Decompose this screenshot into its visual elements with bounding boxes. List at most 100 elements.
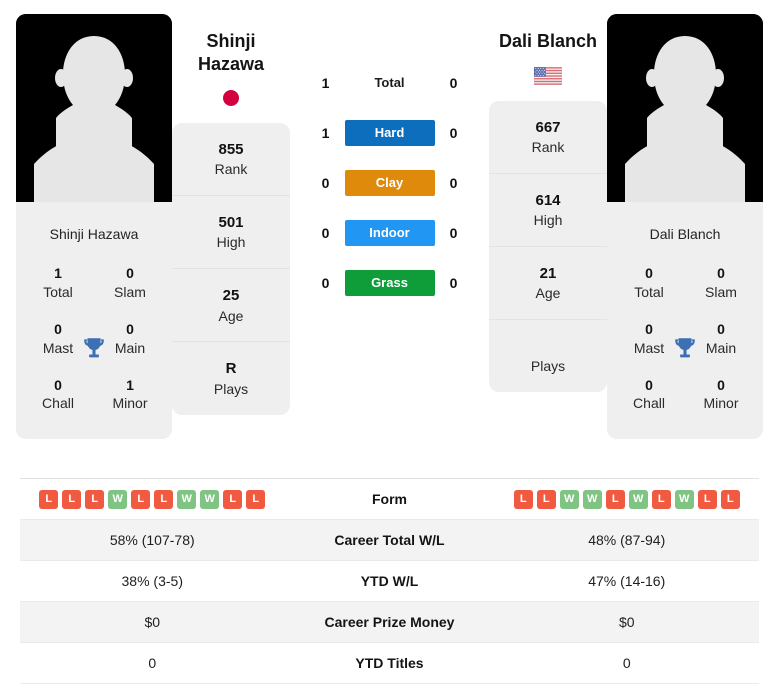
row-label: YTD Titles (355, 655, 424, 671)
left-player-titles-grid: 1 Total 0 Slam 0 Mast 0 Main 0 Chall 1 M… (16, 256, 172, 439)
person-silhouette-icon (16, 14, 172, 212)
h2h-row-clay: 0 Clay 0 (290, 170, 489, 196)
title-label: Minor (703, 395, 739, 412)
form-badge-win: W (108, 489, 128, 509)
form-badge-loss: L (513, 489, 533, 509)
left-player-avatar-card: Shinji Hazawa 1 Total 0 Slam 0 Mast 0 Ma… (16, 14, 172, 440)
stat-value: 667 (535, 118, 561, 136)
left-value: $0 (144, 614, 161, 630)
title-value: 1 (54, 265, 62, 281)
form-badge-win: W (674, 489, 694, 509)
head-to-head-column: 1 Total 0 1 Hard 0 0 Clay 0 0 Indoor 0 0… (290, 14, 489, 296)
form-badge-win: W (177, 489, 197, 509)
right-value: 0 (622, 655, 631, 671)
title-value: 0 (126, 265, 134, 281)
left-player-info-column: Shinji Hazawa 855 Rank 501 High 25 Age R… (172, 14, 290, 415)
title-value: 0 (645, 265, 653, 281)
h2h-row-grass: 0 Grass 0 (290, 270, 489, 296)
form-badge-loss: L (536, 489, 556, 509)
h2h-right-score: 0 (449, 75, 458, 91)
stat-value: 501 (218, 214, 244, 232)
stat-label: Age (218, 307, 244, 324)
table-row-career-wl: 58% (107-78) Career Total W/L 48% (87-94… (20, 520, 759, 561)
h2h-row-hard: 1 Hard 0 (290, 120, 489, 146)
stat-label: Age (535, 285, 561, 302)
stat-value: 855 (218, 141, 244, 158)
right-value: $0 (618, 614, 635, 630)
stat-value: 25 (222, 287, 240, 305)
right-player-name: Dali Blanch (498, 31, 598, 51)
right-player-avatar-card: Dali Blanch 0 Total 0 Slam 0 Mast 0 Main… (607, 14, 763, 440)
stat-row: Plays (489, 320, 607, 392)
stat-row: 614 High (489, 174, 607, 247)
form-badge-win: W (628, 489, 648, 509)
title-label: Chall (633, 395, 665, 412)
h2h-left-score: 0 (321, 175, 330, 191)
title-label: Chall (42, 395, 74, 412)
left-player-name: Shinji Hazawa (172, 30, 290, 75)
stat-value: 614 (535, 191, 561, 209)
surface-badge-indoor[interactable]: Indoor (344, 220, 435, 246)
person-silhouette-icon (607, 14, 763, 212)
stat-label: High (216, 234, 246, 251)
stat-row: R Plays (172, 342, 290, 414)
left-value: 58% (107-78) (109, 532, 195, 548)
row-label: Career Total W/L (334, 532, 445, 548)
right-player-stat-card: 667 Rank 614 High 21 Age Plays (489, 100, 607, 392)
form-badge-loss: L (223, 489, 243, 509)
h2h-label-cell: Indoor (344, 220, 435, 246)
right-player-titles-grid: 0 Total 0 Slam 0 Mast 0 Main 0 Chall 0 M… (607, 256, 763, 439)
form-badge-loss: L (720, 489, 740, 509)
title-stat: 0 Chall (613, 368, 685, 424)
row-label: YTD W/L (360, 573, 419, 589)
h2h-label-cell: Hard (344, 120, 435, 146)
h2h-right-score: 0 (449, 125, 458, 141)
trophy-icon (675, 337, 695, 357)
title-label: Slam (705, 283, 737, 300)
right-player-caption: Dali Blanch (649, 226, 721, 242)
table-row-ytd-titles: 0 YTD Titles 0 (20, 643, 759, 684)
stat-row: 25 Age (172, 269, 290, 343)
surface-badge-grass[interactable]: Grass (344, 270, 435, 296)
stat-row: 667 Rank (489, 101, 607, 174)
title-value: 1 (126, 376, 134, 393)
title-value: 0 (717, 265, 725, 281)
stat-value: R (225, 360, 237, 378)
title-stat: 0 Minor (685, 368, 757, 424)
title-label: Slam (114, 283, 146, 300)
table-row-ytd-wl: 38% (3-5) YTD W/L 47% (14-16) (20, 561, 759, 602)
h2h-right-score: 0 (449, 275, 458, 291)
title-stat: 0 Chall (22, 368, 94, 424)
h2h-left-score: 1 (321, 125, 330, 141)
left-player-stat-card: 855 Rank 501 High 25 Age R Plays (172, 123, 290, 415)
surface-badge-clay[interactable]: Clay (344, 170, 435, 196)
h2h-row-indoor: 0 Indoor 0 (290, 220, 489, 246)
form-badge-win: W (559, 489, 579, 509)
surface-badge-hard[interactable]: Hard (344, 120, 435, 146)
h2h-left-score: 1 (321, 75, 330, 91)
title-label: Total (634, 283, 664, 300)
title-label: Minor (112, 395, 148, 412)
h2h-total-label: Total (374, 75, 405, 90)
stat-label: Plays (530, 357, 566, 374)
left-form-strip: LLLWLLWWLL (26, 489, 279, 509)
h2h-label-cell: Total (345, 74, 435, 92)
right-player-flag-wrap (489, 65, 607, 87)
h2h-left-score: 0 (321, 275, 330, 291)
left-form-cell: LLLWLLWWLL (20, 486, 285, 513)
stat-value: 21 (539, 264, 557, 282)
title-label: Total (43, 283, 73, 300)
stat-row: 21 Age (489, 247, 607, 320)
form-badge-loss: L (62, 489, 82, 509)
stat-label: Rank (214, 161, 248, 178)
form-badge-loss: L (246, 489, 266, 509)
table-row-form: LLLWLLWWLL Form LLWWLWLWLL (20, 479, 759, 520)
h2h-left-score: 0 (321, 225, 330, 241)
usa-flag-icon (534, 66, 562, 85)
japan-flag-icon (223, 90, 239, 106)
comparison-stat-table: LLLWLLWWLL Form LLWWLWLWLL 58% (107-78) … (20, 478, 759, 684)
title-value: 0 (645, 376, 653, 393)
form-badge-loss: L (697, 489, 717, 509)
title-stat: 1 Total (22, 256, 94, 312)
left-player-flag-wrap (172, 87, 290, 109)
